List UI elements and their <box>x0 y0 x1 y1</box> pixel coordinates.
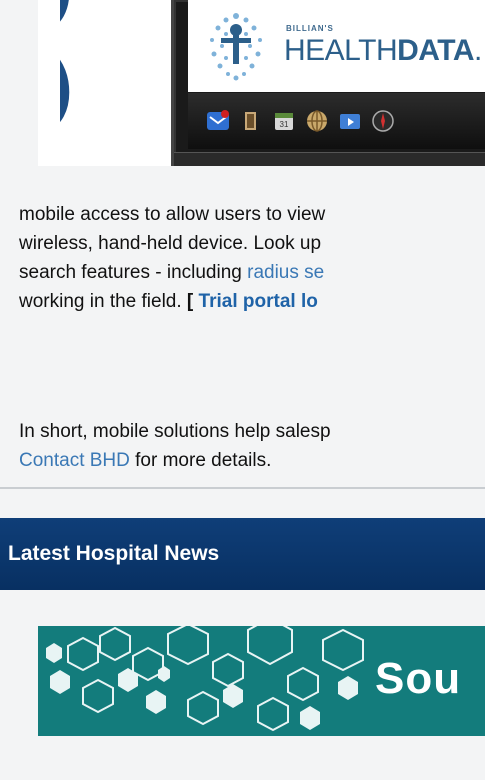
mobile-access-paragraph: mobile access to allow users to view wir… <box>19 200 485 316</box>
globe-icon <box>307 110 327 132</box>
paragraph-line: mobile access to allow users to view <box>19 204 326 225</box>
phone-screen: BILLIAN'S HEALTHDATA. <box>188 0 485 92</box>
svg-text:GO: GO <box>60 0 96 144</box>
paragraph-line: Contact BHD for more details. <box>19 450 272 471</box>
paragraph-line: In short, mobile solutions help salesp <box>19 421 331 442</box>
mobile-solutions-paragraph: In short, mobile solutions help salesp C… <box>19 417 485 475</box>
brand-wordmark: HEALTHDATA. <box>284 34 482 67</box>
latest-news-title: Latest Hospital News <box>8 542 220 565</box>
section-divider <box>0 487 485 489</box>
radius-search-link[interactable]: radius se <box>247 262 324 283</box>
mail-icon <box>207 110 229 130</box>
svg-text:31: 31 <box>280 120 289 129</box>
book-icon <box>245 112 256 130</box>
banner-text: Sou <box>375 654 462 703</box>
phone-device: BILLIAN'S HEALTHDATA. 31 <box>171 0 485 166</box>
news-banner-image[interactable]: Sou <box>38 626 485 736</box>
health-data-logo-icon <box>210 13 262 81</box>
brand-small-text: BILLIAN'S <box>286 24 334 33</box>
trial-portal-link[interactable]: Trial portal lo <box>199 291 318 312</box>
mobile-promo-image: GO BILLIAN'S HEALTHDATA. 31 <box>38 0 485 166</box>
phone-app-bar: 31 <box>188 93 485 149</box>
latest-news-header: Latest Hospital News <box>0 518 485 590</box>
phone-bottom-edge <box>174 152 485 166</box>
contact-bhd-link[interactable]: Contact BHD <box>19 450 130 471</box>
paragraph-line: working in the field. [ Trial portal lo <box>19 291 318 312</box>
calendar-icon: 31 <box>275 113 293 130</box>
paragraph-line: wireless, hand-held device. Look up <box>19 233 322 254</box>
go-logo: GO <box>60 0 96 144</box>
compass-icon <box>372 110 394 132</box>
paragraph-line: search features - including radius se <box>19 262 325 283</box>
folder-media-icon <box>340 114 360 129</box>
